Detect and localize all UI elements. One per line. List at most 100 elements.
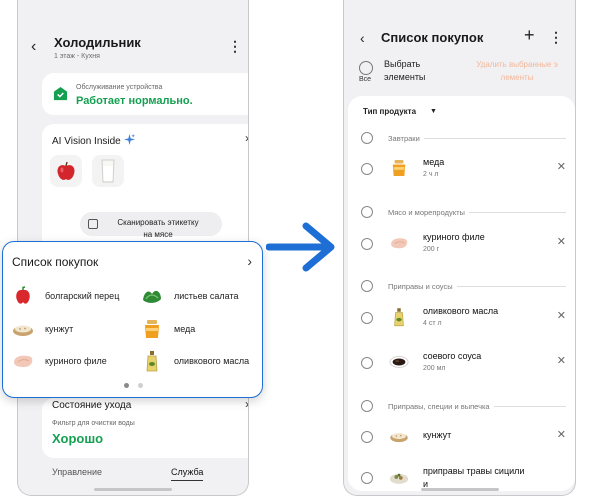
item-checkbox[interactable]: [361, 163, 373, 175]
item-name: кунжут: [423, 430, 452, 440]
product-type-filter[interactable]: Тип продукта: [363, 107, 416, 116]
olive-oil-icon: [141, 350, 163, 372]
olive-oil-icon: [389, 307, 409, 327]
add-icon[interactable]: +: [524, 25, 535, 46]
item-checkbox[interactable]: [361, 312, 373, 324]
list-item[interactable]: листьев салата: [141, 285, 238, 307]
divider: [456, 285, 566, 287]
list-item[interactable]: оливкового масла: [141, 350, 249, 372]
scan-label-button[interactable]: Сканировать этикетку на мясе: [80, 212, 222, 239]
section-checkbox[interactable]: [361, 206, 373, 218]
more-options-icon[interactable]: ⋮: [549, 29, 563, 46]
shopping-list-widget[interactable]: Список покупок › болгарский перец листье…: [2, 241, 263, 398]
delete-selected-button[interactable]: Удалить выбранные э лементы: [467, 58, 567, 84]
section-header[interactable]: Приправы и соусы: [361, 280, 566, 292]
section-title: Приправы, специи и выпечка: [388, 401, 490, 411]
tab-manage[interactable]: Управление: [52, 467, 102, 477]
caret-down-icon[interactable]: ▼: [430, 108, 437, 115]
honey-icon: [389, 158, 409, 178]
remove-icon[interactable]: ✕: [557, 354, 566, 367]
item-quantity: 2 ч л: [423, 171, 439, 178]
remove-icon[interactable]: ✕: [557, 309, 566, 322]
section-title: Мясо и морепродукты: [388, 207, 465, 217]
shopping-list-screen: ‹ Список покупок + ⋮ Все Выбрать элемент…: [343, 0, 576, 496]
more-options-icon[interactable]: ⋮: [228, 38, 242, 55]
item-name: куриного филе: [423, 232, 485, 242]
section-header[interactable]: Завтраки: [361, 132, 566, 144]
select-items-button[interactable]: Выбрать элементы: [384, 58, 454, 84]
item-label: листьев салата: [174, 291, 239, 301]
item-checkbox[interactable]: [361, 431, 373, 443]
page-dot-active: [124, 383, 129, 388]
item-checkbox[interactable]: [361, 472, 373, 484]
list-item[interactable]: оливкового масла 4 ст л ✕: [361, 304, 566, 332]
chevron-right-icon[interactable]: ›: [247, 253, 252, 269]
section-checkbox[interactable]: [361, 132, 373, 144]
care-status-card[interactable]: Состояние ухода › Фильтр для очистки вод…: [42, 397, 248, 458]
item-label: куриного филе: [45, 356, 107, 366]
section-header[interactable]: Мясо и морепродукты: [361, 206, 566, 218]
list-item[interactable]: куриного филе: [12, 350, 107, 372]
home-indicator: [94, 488, 172, 491]
list-item[interactable]: кунжут ✕: [361, 423, 566, 451]
select-line1: Выбрать: [384, 59, 421, 69]
soy-sauce-icon: [389, 352, 409, 372]
bottom-tab-bar: Управление Служба: [18, 462, 248, 484]
sesame-icon: [12, 318, 34, 340]
item-checkbox[interactable]: [361, 238, 373, 250]
list-item[interactable]: соевого соуса 200 мл ✕: [361, 349, 566, 377]
item-quantity: 200 г: [423, 246, 440, 253]
arrow-right-icon: [266, 222, 335, 272]
shopping-list-panel: Тип продукта ▼ Завтраки меда 2 ч л ✕ Мяс…: [348, 96, 575, 491]
page-dot: [138, 383, 143, 388]
scan-icon: [88, 219, 98, 229]
ai-vision-title: AI Vision Inside: [52, 134, 135, 147]
filter-caption: Фильтр для очистки воды: [52, 420, 135, 427]
sparkle-icon: [123, 134, 135, 145]
remove-icon[interactable]: ✕: [557, 428, 566, 441]
herbs-icon: [389, 467, 409, 487]
item-name: оливкового масла: [423, 306, 499, 316]
scan-button-line1: Сканировать этикетку: [117, 218, 199, 227]
lettuce-icon: [141, 285, 163, 307]
remove-icon[interactable]: ✕: [557, 160, 566, 173]
list-item[interactable]: приправы травы сицили и: [361, 464, 566, 491]
remove-icon[interactable]: ✕: [557, 235, 566, 248]
chevron-right-icon[interactable]: ›: [245, 131, 248, 145]
section-checkbox[interactable]: [361, 400, 373, 412]
ai-vision-card[interactable]: AI Vision Inside › Сканировать этикетку …: [42, 124, 248, 254]
tab-service[interactable]: Служба: [171, 467, 204, 481]
apple-icon: [57, 161, 75, 180]
select-all-checkbox[interactable]: [359, 61, 373, 75]
back-arrow-icon[interactable]: ‹: [360, 30, 365, 46]
item-name: приправы травы сицили: [423, 466, 525, 476]
select-all-label: Все: [359, 76, 372, 83]
list-item[interactable]: кунжут: [12, 318, 73, 340]
honey-icon: [141, 318, 163, 340]
device-status-card[interactable]: Обслуживание устройства Работает нормаль…: [42, 73, 248, 115]
list-item[interactable]: меда 2 ч л ✕: [361, 155, 566, 183]
item-checkbox[interactable]: [361, 357, 373, 369]
page-title: Список покупок: [381, 30, 484, 45]
milk-thumbnail: [92, 155, 124, 187]
back-arrow-icon[interactable]: ‹: [31, 38, 36, 56]
section-checkbox[interactable]: [361, 280, 373, 292]
home-indicator: [420, 488, 499, 491]
list-item[interactable]: куриного филе 200 г ✕: [361, 230, 566, 258]
status-value: Работает нормально.: [76, 95, 193, 107]
section-header[interactable]: Приправы, специи и выпечка: [361, 400, 566, 412]
bell-pepper-icon: [12, 285, 34, 307]
section-title: Завтраки: [388, 133, 420, 143]
item-quantity: 4 ст л: [423, 320, 442, 327]
list-item[interactable]: болгарский перец: [12, 285, 119, 307]
item-label: оливкового масла: [174, 356, 250, 366]
chevron-right-icon[interactable]: ›: [245, 397, 248, 411]
list-item[interactable]: меда: [141, 318, 195, 340]
home-check-icon: [53, 86, 68, 101]
shopping-list-title: Список покупок: [12, 255, 99, 269]
delete-line2: лементы: [500, 73, 534, 82]
divider: [493, 405, 566, 407]
location-subtitle: 1 этаж - Кухня: [54, 53, 100, 60]
item-name: соевого соуса: [423, 351, 482, 361]
item-name: меда: [423, 157, 445, 167]
